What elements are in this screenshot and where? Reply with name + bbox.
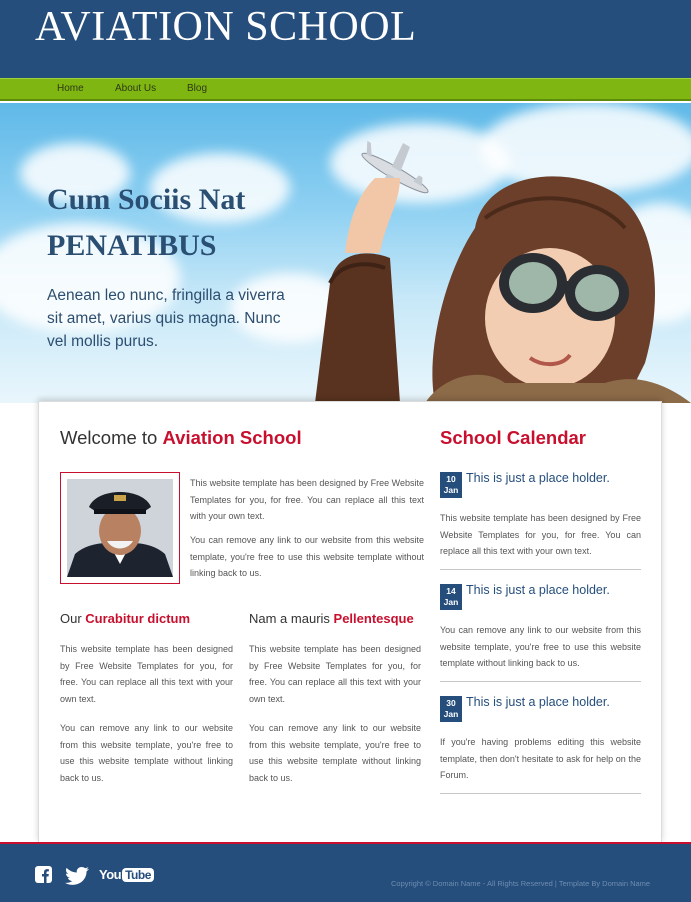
- calendar-event-heading-2[interactable]: This is just a place holder.: [466, 583, 610, 597]
- welcome-title-prefix: Welcome to: [60, 427, 163, 448]
- welcome-para-2: You can remove any link to our website f…: [190, 535, 424, 578]
- calendar-date-month-2: Jan: [443, 597, 459, 607]
- youtube-icon[interactable]: You Tube: [99, 867, 154, 882]
- col2-title-highlight: Pellentesque: [333, 611, 414, 626]
- youtube-icon-label: You: [99, 867, 122, 882]
- col2-para-2: You can remove any link to our website f…: [249, 723, 421, 783]
- calendar-date-day-3: 30: [446, 698, 456, 708]
- pilot-boy-image: [315, 140, 691, 403]
- calendar-divider-2: [440, 681, 641, 682]
- calendar-date-badge-2: 14 Jan: [440, 584, 462, 610]
- facebook-icon[interactable]: [35, 866, 52, 888]
- calendar-event-heading-3[interactable]: This is just a place holder.: [466, 695, 610, 709]
- nav-item-home[interactable]: Home: [57, 83, 84, 94]
- calendar-date-month-1: Jan: [443, 485, 459, 495]
- pilot-photo-frame: [60, 472, 180, 584]
- youtube-icon-label-tube: Tube: [122, 867, 154, 882]
- site-footer: You Tube Copyright © Domain Name - All R…: [0, 844, 691, 902]
- nav-item-about[interactable]: About Us: [115, 83, 156, 94]
- welcome-title: Welcome to Aviation School: [60, 427, 302, 449]
- calendar-event-text-3: If you're having problems editing this w…: [440, 737, 641, 780]
- col1-para-1: This website template has been designed …: [60, 644, 233, 704]
- nav-item-blog[interactable]: Blog: [187, 83, 207, 94]
- hero-banner: Cum Sociis Nat PENATIBUS Aenean leo nunc…: [0, 103, 691, 403]
- calendar-divider-3: [440, 793, 641, 794]
- hero-title-line2: PENATIBUS: [47, 229, 217, 262]
- copyright-text: Copyright © Domain Name - All Rights Res…: [391, 879, 651, 888]
- calendar-divider-1: [440, 569, 641, 570]
- col1-title: Our Curabitur dictum: [60, 611, 190, 626]
- calendar-event-heading-1[interactable]: This is just a place holder.: [466, 471, 610, 485]
- calendar-event-text-1: This website template has been designed …: [440, 513, 641, 556]
- calendar-date-day-2: 14: [446, 586, 456, 596]
- col2-title-prefix: Nam a mauris: [249, 611, 334, 626]
- calendar-date-day-1: 10: [446, 474, 456, 484]
- hero-title-line1: Cum Sociis Nat: [47, 183, 246, 216]
- col1-title-prefix: Our: [60, 611, 86, 626]
- welcome-title-highlight: Aviation School: [162, 427, 302, 448]
- calendar-date-badge-1: 10 Jan: [440, 472, 462, 498]
- main-nav: Home About Us Blog: [0, 78, 691, 101]
- calendar-date-badge-3: 30 Jan: [440, 696, 462, 722]
- site-title[interactable]: AVIATION SCHOOL: [35, 2, 416, 52]
- site-header: AVIATION SCHOOL: [0, 0, 691, 78]
- calendar-event-text-2: You can remove any link to our website f…: [440, 625, 641, 668]
- col2-title: Nam a mauris Pellentesque: [249, 611, 414, 626]
- main-content: Welcome to Aviation School This website …: [38, 401, 662, 843]
- pilot-photo: [67, 479, 173, 577]
- col1-para-2: You can remove any link to our website f…: [60, 723, 233, 783]
- welcome-para-1: This website template has been designed …: [190, 478, 424, 521]
- calendar-date-month-3: Jan: [443, 709, 459, 719]
- col2-para-1: This website template has been designed …: [249, 644, 421, 704]
- hero-text: Aenean leo nunc, fringilla a viverra sit…: [47, 287, 285, 350]
- col1-title-highlight: Curabitur dictum: [85, 611, 191, 626]
- calendar-title: School Calendar: [440, 427, 586, 448]
- twitter-icon[interactable]: [65, 867, 89, 890]
